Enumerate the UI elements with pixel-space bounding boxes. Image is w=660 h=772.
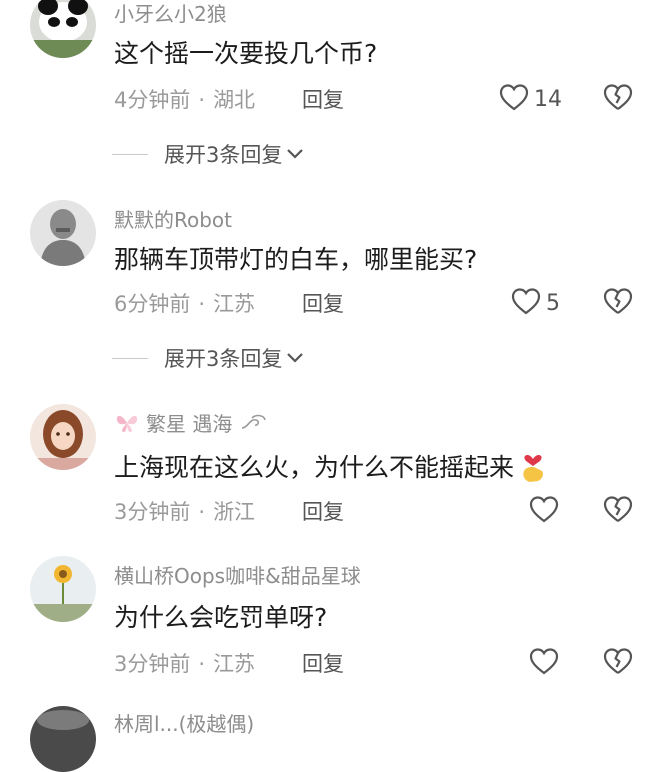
expand-replies-button[interactable]: 展开3条回复 bbox=[112, 343, 304, 373]
meta-separator: · bbox=[198, 652, 206, 676]
reply-button[interactable]: 回复 bbox=[302, 648, 344, 678]
swirl-icon bbox=[238, 412, 268, 439]
comment-location: 浙江 bbox=[213, 500, 256, 524]
broken-heart-icon bbox=[602, 84, 634, 116]
broken-heart-icon bbox=[602, 648, 634, 680]
comment-text: 上海现在这么火，为什么不能摇起来 bbox=[114, 448, 548, 489]
divider-line bbox=[112, 153, 148, 155]
like-button[interactable] bbox=[528, 646, 560, 680]
like-count: 14 bbox=[534, 86, 562, 112]
username[interactable]: 横山桥Oops咖啡&甜品星球 bbox=[114, 560, 361, 589]
chevron-down-icon bbox=[282, 145, 304, 164]
comment-text: 这个摇一次要投几个币? bbox=[114, 39, 378, 68]
heart-outline-icon bbox=[498, 82, 530, 116]
dislike-button[interactable] bbox=[602, 82, 634, 116]
heart-outline-icon bbox=[510, 286, 542, 320]
like-button[interactable] bbox=[528, 494, 560, 528]
avatar[interactable] bbox=[30, 556, 96, 622]
username[interactable]: 小牙么小2狼 bbox=[114, 0, 227, 27]
avatar[interactable] bbox=[30, 404, 96, 470]
comment-text: 为什么会吃罚单呀? bbox=[114, 603, 328, 632]
finger-heart-icon bbox=[518, 449, 548, 489]
comment-location: 江苏 bbox=[213, 652, 256, 676]
comment-meta: 3分钟前 · 江苏 bbox=[114, 648, 255, 678]
meta-separator: · bbox=[198, 88, 206, 112]
reply-button[interactable]: 回复 bbox=[302, 288, 344, 318]
comment-time: 6分钟前 bbox=[114, 292, 191, 316]
broken-heart-icon bbox=[602, 288, 634, 320]
comment-time: 4分钟前 bbox=[114, 88, 191, 112]
meta-separator: · bbox=[198, 500, 206, 524]
username-text: 繁星 遇海 bbox=[146, 412, 233, 436]
comment-location: 湖北 bbox=[213, 88, 256, 112]
comment-meta: 4分钟前 · 湖北 bbox=[114, 84, 255, 114]
avatar[interactable] bbox=[30, 0, 96, 58]
like-button[interactable]: 5 bbox=[510, 286, 560, 320]
comment-text: 那辆车顶带灯的白车，哪里能买? bbox=[114, 245, 478, 274]
meta-separator: · bbox=[198, 292, 206, 316]
reply-button[interactable]: 回复 bbox=[302, 496, 344, 526]
username[interactable]: 林周l...(极越偶) bbox=[114, 708, 254, 737]
expand-replies-button[interactable]: 展开3条回复 bbox=[112, 139, 304, 169]
like-count: 5 bbox=[546, 290, 560, 316]
avatar[interactable] bbox=[30, 200, 96, 266]
heart-outline-icon bbox=[528, 646, 560, 680]
reply-button[interactable]: 回复 bbox=[302, 84, 344, 114]
avatar[interactable] bbox=[30, 706, 96, 772]
expand-label: 展开3条回复 bbox=[164, 347, 283, 371]
dislike-button[interactable] bbox=[602, 646, 634, 680]
dislike-button[interactable] bbox=[602, 494, 634, 528]
chevron-down-icon bbox=[282, 349, 304, 368]
divider-line bbox=[112, 357, 148, 359]
expand-label: 展开3条回复 bbox=[164, 143, 283, 167]
comment-meta: 3分钟前 · 浙江 bbox=[114, 496, 255, 526]
heart-outline-icon bbox=[528, 494, 560, 528]
comment-location: 江苏 bbox=[213, 292, 256, 316]
comment-time: 3分钟前 bbox=[114, 500, 191, 524]
like-button[interactable]: 14 bbox=[498, 82, 562, 116]
username[interactable]: 默默的Robot bbox=[114, 204, 232, 233]
dislike-button[interactable] bbox=[602, 286, 634, 320]
broken-heart-icon bbox=[602, 496, 634, 528]
comment-meta: 6分钟前 · 江苏 bbox=[114, 288, 255, 318]
comment-text-content: 上海现在这么火，为什么不能摇起来 bbox=[114, 453, 515, 482]
butterfly-icon bbox=[114, 412, 140, 439]
comment-time: 3分钟前 bbox=[114, 652, 191, 676]
username[interactable]: 繁星 遇海 bbox=[114, 408, 268, 439]
